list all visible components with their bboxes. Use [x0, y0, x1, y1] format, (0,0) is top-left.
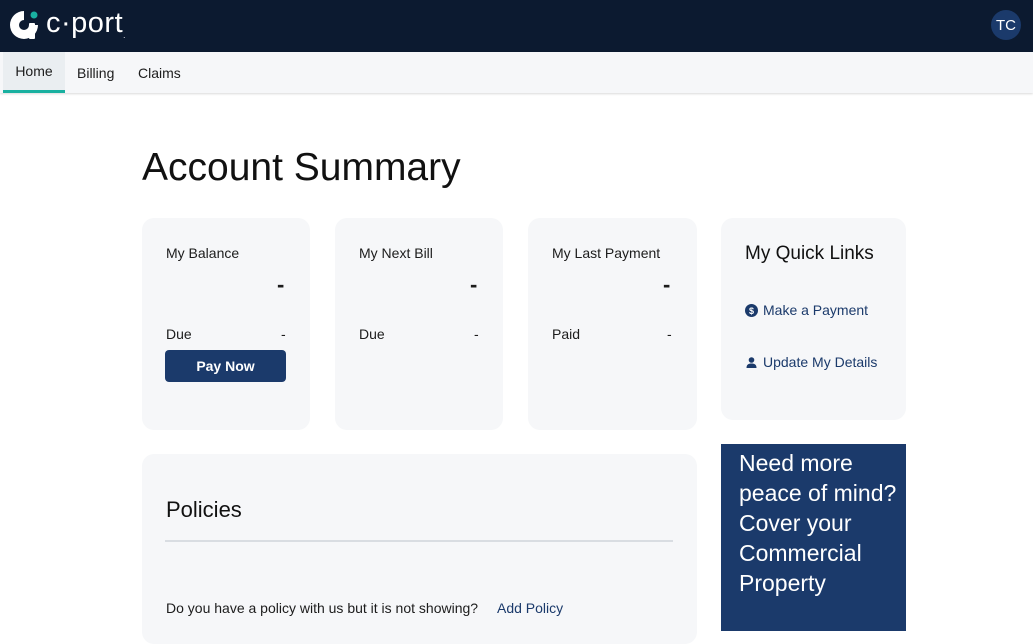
- tab-billing[interactable]: Billing: [77, 52, 114, 93]
- svg-text:$: $: [749, 306, 754, 316]
- next-bill-due-label: Due: [359, 326, 385, 342]
- update-details-link[interactable]: Update My Details: [745, 353, 877, 371]
- top-header: c·port. TC: [0, 0, 1033, 52]
- user-avatar[interactable]: TC: [991, 10, 1021, 40]
- make-payment-label: Make a Payment: [763, 302, 869, 318]
- tab-claims[interactable]: Claims: [138, 52, 181, 93]
- logo-text: c·port.: [46, 7, 126, 40]
- next-bill-due-value: -: [474, 326, 479, 342]
- balance-amount: -: [277, 272, 285, 297]
- pay-now-button[interactable]: Pay Now: [165, 350, 286, 382]
- promo-text: Need more peace of mind? Cover your Comm…: [739, 450, 897, 596]
- next-bill-label: My Next Bill: [359, 245, 433, 261]
- dollar-circle-icon: $: [745, 303, 758, 317]
- tab-home[interactable]: Home: [3, 52, 65, 93]
- person-icon: [745, 356, 758, 369]
- promo-banner[interactable]: Need more peace of mind? Cover your Comm…: [721, 444, 906, 631]
- cport-logo-icon: [10, 11, 38, 39]
- quick-links-title: My Quick Links: [745, 243, 874, 264]
- last-payment-paid-label: Paid: [552, 326, 581, 342]
- last-payment-paid-value: -: [667, 326, 672, 342]
- balance-label: My Balance: [166, 245, 240, 261]
- add-policy-link[interactable]: Add Policy: [497, 600, 563, 616]
- nav-bar: Home Billing Claims: [0, 52, 1033, 93]
- last-payment-label: My Last Payment: [552, 245, 661, 261]
- next-bill-amount: -: [470, 272, 478, 297]
- policies-title: Policies: [166, 497, 242, 522]
- logo[interactable]: c·port.: [7, 7, 126, 42]
- last-payment-amount: -: [663, 272, 671, 297]
- policy-missing-question: Do you have a policy with us but it is n…: [166, 600, 479, 616]
- balance-due-label: Due: [166, 326, 192, 342]
- make-payment-link[interactable]: $ Make a Payment: [745, 301, 868, 319]
- update-details-label: Update My Details: [763, 354, 878, 370]
- page-title: Account Summary: [142, 146, 461, 189]
- balance-due-value: -: [281, 326, 286, 342]
- policies-divider: [165, 540, 673, 542]
